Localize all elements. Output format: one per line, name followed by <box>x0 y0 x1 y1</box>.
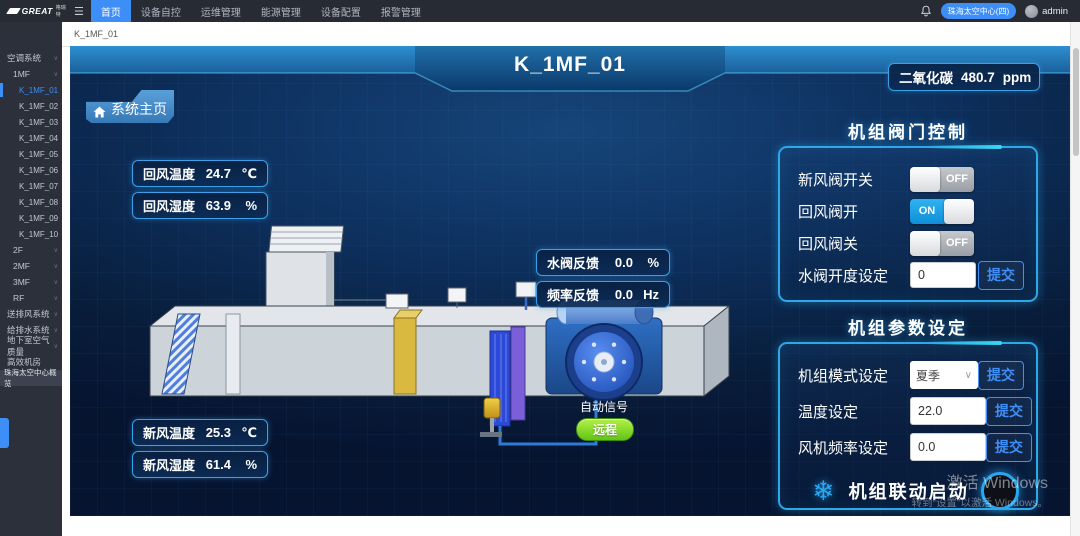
co2-readout: 二氧化碳 480.7 ppm <box>888 63 1040 91</box>
sidebar-item-k-1mf-08[interactable]: K_1MF_08 <box>0 194 62 210</box>
fresh-air-valve-toggle[interactable]: OFF <box>910 167 974 192</box>
temp-setting-input[interactable] <box>910 397 986 425</box>
return-valve-open-row: 回风阀开 ON <box>798 198 1028 224</box>
snowflake-icon: ❄ <box>812 476 835 507</box>
sidebar-item-basement-air-quality[interactable]: 地下室空气质量∨ <box>0 338 62 354</box>
water-valve-submit-button[interactable]: 提交 <box>978 261 1024 290</box>
sidebar-item-exhaust-system[interactable]: 送排风系统∨ <box>0 306 62 322</box>
sidebar-item-k-1mf-02[interactable]: K_1MF_02 <box>0 98 62 114</box>
fan-frequency-input[interactable] <box>910 433 986 461</box>
sidebar-collapse-icon[interactable]: ☰ <box>74 5 84 18</box>
menu-item-ops-management[interactable]: 运维管理 <box>191 0 251 22</box>
fan-frequency-submit-button[interactable]: 提交 <box>986 433 1032 462</box>
toggle-knob <box>910 167 940 192</box>
sidebar-item-k-1mf-04[interactable]: K_1MF_04 <box>0 130 62 146</box>
return-air-humidity-readout: 回风湿度63.9% <box>132 192 268 219</box>
chevron-down-icon: ∨ <box>54 279 62 286</box>
chevron-down-icon: ∨ <box>54 71 62 78</box>
sidebar-item-k-1mf-03[interactable]: K_1MF_03 <box>0 114 62 130</box>
chevron-down-icon: ∨ <box>965 370 972 381</box>
main-menu: 首页 设备自控 运维管理 能源管理 设备配置 报警管理 <box>91 0 431 22</box>
avatar <box>1025 5 1038 18</box>
water-valve-opening-row: 水阀开度设定 提交 <box>798 262 1028 288</box>
sidebar-item-k-1mf-01[interactable]: K_1MF_01 <box>0 82 62 98</box>
return-valve-close-row: 回风阀关 OFF <box>798 230 1028 256</box>
temp-setting-row: 温度设定 提交 <box>798 396 1028 426</box>
mode-setting-row: 机组模式设定 夏季 ∨ 提交 <box>798 360 1028 390</box>
sidebar-item-hvac-system[interactable]: 空调系统∨ <box>0 50 62 66</box>
menu-item-energy-management[interactable]: 能源管理 <box>251 0 311 22</box>
scada-canvas: K_1MF_01 系统主页 二氧化碳 480.7 ppm 回风温度24.7℃ 回… <box>70 46 1070 516</box>
sidebar-item-3mf[interactable]: 3MF∨ <box>0 274 62 290</box>
linkage-start-label: 机组联动启动 <box>849 478 969 504</box>
sidebar-item-k-1mf-07[interactable]: K_1MF_07 <box>0 178 62 194</box>
home-icon <box>93 106 106 118</box>
chevron-down-icon: ∨ <box>54 247 62 254</box>
param-setting-panel: 机组模式设定 夏季 ∨ 提交 温度设定 提交 风机频率设定 提交 <box>778 342 1038 510</box>
menu-item-device-config[interactable]: 设备配置 <box>311 0 371 22</box>
water-valve-feedback-readout: 水阀反馈0.0% <box>536 249 670 276</box>
menu-item-device-autocontrol[interactable]: 设备自控 <box>131 0 191 22</box>
sidebar-item-space-center-overview[interactable]: 珠海太空中心概览 <box>0 370 62 386</box>
bell-icon[interactable] <box>920 5 932 18</box>
sidebar-item-k-1mf-06[interactable]: K_1MF_06 <box>0 162 62 178</box>
menu-item-home[interactable]: 首页 <box>91 0 131 22</box>
toggle-knob <box>910 231 940 256</box>
logo-flag-icon <box>6 8 20 14</box>
fresh-air-temp-readout: 新风温度25.3℃ <box>132 419 268 446</box>
param-panel-title: 机组参数设定 <box>778 314 1038 339</box>
toggle-knob <box>944 199 974 224</box>
sidebar-item-2mf[interactable]: 2MF∨ <box>0 258 62 274</box>
fan-frequency-row: 风机频率设定 提交 <box>798 432 1028 462</box>
logo: GREAT 格瑞特 <box>0 4 68 18</box>
content: K_1MF_01 K_1MF_01 系统主页 <box>62 22 1080 536</box>
sidebar-item-k-1mf-05[interactable]: K_1MF_05 <box>0 146 62 162</box>
sidebar-item-2f[interactable]: 2F∨ <box>0 242 62 258</box>
chevron-down-icon: ∨ <box>54 295 62 302</box>
chevron-down-icon: ∨ <box>54 343 62 350</box>
scrollbar <box>1070 22 1080 536</box>
return-air-temp-readout: 回风温度24.7℃ <box>132 160 268 187</box>
tab-strip: K_1MF_01 <box>62 22 1080 47</box>
topbar: GREAT 格瑞特 ☰ 首页 设备自控 运维管理 能源管理 设备配置 报警管理 … <box>0 0 1080 22</box>
logo-text: GREAT <box>22 6 53 16</box>
return-valve-close-toggle[interactable]: OFF <box>910 231 974 256</box>
sidebar-item-k-1mf-10[interactable]: K_1MF_10 <box>0 226 62 242</box>
linkage-row: ❄ 机组联动启动 <box>798 472 1028 510</box>
mode-submit-button[interactable]: 提交 <box>978 361 1024 390</box>
remote-status-badge: 远程 <box>576 418 634 441</box>
valve-panel-title: 机组阀门控制 <box>778 118 1038 143</box>
sidebar-item-1mf[interactable]: 1MF∨ <box>0 66 62 82</box>
fresh-air-valve-row: 新风阀开关 OFF <box>798 166 1028 192</box>
linkage-indicator[interactable] <box>981 472 1019 510</box>
sidebar-item-rf[interactable]: RF∨ <box>0 290 62 306</box>
tab-k-1mf-01[interactable]: K_1MF_01 <box>62 29 118 39</box>
sidebar-item-k-1mf-09[interactable]: K_1MF_09 <box>0 210 62 226</box>
chevron-down-icon: ∨ <box>54 263 62 270</box>
user-menu[interactable]: admin <box>1025 5 1068 18</box>
temp-submit-button[interactable]: 提交 <box>986 397 1032 426</box>
return-valve-open-toggle[interactable]: ON <box>910 199 974 224</box>
site-badge[interactable]: 珠海太空中心(四) <box>941 3 1016 19</box>
sidebar-expand-handle[interactable] <box>0 418 9 448</box>
topbar-right: 珠海太空中心(四) admin <box>920 3 1080 19</box>
screen: GREAT 格瑞特 ☰ 首页 设备自控 运维管理 能源管理 设备配置 报警管理 … <box>0 0 1080 536</box>
mode-select[interactable]: 夏季 ∨ <box>910 361 978 389</box>
scrollbar-thumb[interactable] <box>1073 48 1079 156</box>
logo-subtext: 格瑞特 <box>56 4 68 18</box>
chevron-down-icon: ∨ <box>54 55 62 62</box>
frequency-feedback-readout: 频率反馈0.0Hz <box>536 281 670 308</box>
chevron-down-icon: ∨ <box>54 327 62 334</box>
username: admin <box>1042 6 1068 17</box>
water-valve-opening-input[interactable] <box>910 262 976 288</box>
fresh-air-humidity-readout: 新风湿度61.4% <box>132 451 268 478</box>
sidebar: 空调系统∨ 1MF∨ K_1MF_01 K_1MF_02 K_1MF_03 K_… <box>0 22 62 536</box>
chevron-down-icon: ∨ <box>54 311 62 318</box>
system-home-button[interactable]: 系统主页 <box>86 90 174 123</box>
valve-control-panel: 新风阀开关 OFF 回风阀开 ON 回风阀关 <box>778 146 1038 302</box>
menu-item-alarm-management[interactable]: 报警管理 <box>371 0 431 22</box>
auto-signal-label: 自动信号 <box>566 398 642 415</box>
